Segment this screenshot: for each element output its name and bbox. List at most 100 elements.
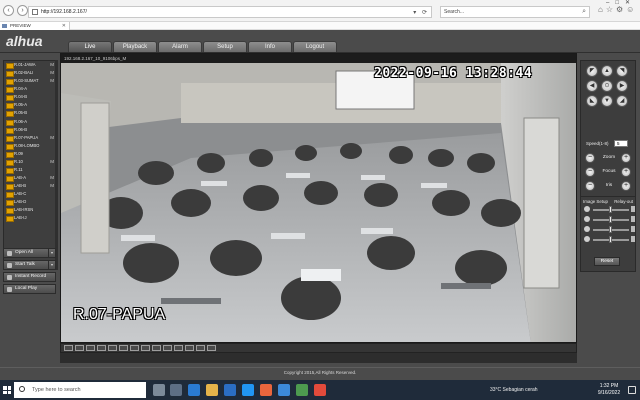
ptz-down-icon[interactable]: ▼	[601, 95, 613, 107]
channel-item[interactable]: LAB-IJ	[4, 214, 56, 223]
channel-item[interactable]: R.03-SUMAT M	[4, 77, 56, 86]
address-bar[interactable]: http://192.168.2.167/ ▾ ⟳	[28, 6, 432, 18]
channel-item[interactable]: R.04-A	[4, 85, 56, 94]
taskbar-search-input[interactable]: Type here to search	[14, 382, 146, 398]
browser-toolbar: ‹ › http://192.168.2.167/ ▾ ⟳ Search... …	[0, 0, 640, 22]
fluency-icon[interactable]	[174, 345, 183, 351]
zoom-icon[interactable]	[207, 345, 216, 351]
window-controls[interactable]: –□✕	[606, 0, 636, 6]
aspect-icon[interactable]	[163, 345, 172, 351]
channel-item[interactable]: LAB-D	[4, 198, 56, 207]
ptz-up-left-icon[interactable]: ◤	[586, 65, 598, 77]
snapshot-icon[interactable]	[185, 345, 194, 351]
ptz-left-icon[interactable]: ◀	[586, 80, 598, 92]
hue-icon	[584, 236, 590, 242]
channel-item[interactable]: R.05-B	[4, 109, 56, 118]
browser-search-input[interactable]: Search... ⌕	[440, 6, 590, 18]
play-icon	[7, 287, 12, 292]
internet-explorer-icon[interactable]	[278, 384, 290, 396]
channel-item[interactable]: LAB-IRSN	[4, 206, 56, 215]
notification-icon[interactable]	[628, 386, 636, 394]
menu-playback[interactable]: Playback	[113, 41, 157, 52]
app-icon[interactable]	[296, 384, 308, 396]
channel-item[interactable]: LAB-A M	[4, 174, 56, 183]
chevron-down-icon[interactable]: ▾	[48, 261, 55, 269]
mail-icon[interactable]	[242, 384, 254, 396]
back-icon[interactable]: ‹	[3, 5, 14, 16]
ptz-up-icon[interactable]: ▲	[601, 65, 613, 77]
brightness-slider[interactable]	[581, 204, 635, 214]
tab-preview[interactable]: PREVIEW ✕	[0, 22, 70, 30]
ptz-down-right-icon[interactable]: ◢	[616, 95, 628, 107]
iris-minus-icon[interactable]: −	[585, 181, 595, 191]
video-viewport[interactable]: 192.168.2.167_10_9106bps_M 2022-09-16 13…	[60, 53, 577, 343]
browser-icons[interactable]: ⌂☆⚙☺	[598, 5, 637, 14]
taskbar-clock[interactable]: 1:32 PM 9/16/2022	[592, 383, 626, 397]
open-all-button[interactable]: Open All ▾	[3, 248, 56, 258]
widgets-icon[interactable]	[170, 384, 182, 396]
edge-icon[interactable]	[188, 384, 200, 396]
start-button[interactable]	[0, 380, 14, 400]
channel-item[interactable]: R.02-BALI M	[4, 69, 56, 78]
main-menu: Live Playback Alarm Setup Info Logout	[68, 41, 338, 52]
menu-live[interactable]: Live	[68, 41, 112, 52]
channel-item[interactable]: R.04-B	[4, 93, 56, 102]
task-view-icon[interactable]	[153, 384, 165, 396]
menu-logout[interactable]: Logout	[293, 41, 337, 52]
reset-button[interactable]: Reset	[594, 257, 620, 266]
hue-slider[interactable]	[581, 234, 635, 244]
channel-item[interactable]: R.09	[4, 150, 56, 158]
channel-item[interactable]: R.08-LOMBO	[4, 142, 56, 150]
layout-1-icon[interactable]	[64, 345, 73, 351]
layout-36-icon[interactable]	[141, 345, 150, 351]
local-play-button[interactable]: Local Play	[3, 284, 56, 294]
menu-setup[interactable]: Setup	[203, 41, 247, 52]
menu-alarm[interactable]: Alarm	[158, 41, 202, 52]
layout-6-icon[interactable]	[86, 345, 95, 351]
instant-record-button[interactable]: Instant Record	[3, 272, 56, 282]
weather-widget[interactable]: 33°C Sebagian cerah	[490, 387, 538, 393]
menu-info[interactable]: Info	[248, 41, 292, 52]
chevron-down-icon[interactable]: ▾	[48, 249, 55, 257]
contrast-icon	[584, 216, 590, 222]
store-icon[interactable]	[224, 384, 236, 396]
channel-item[interactable]: R.07-PAPUA M	[4, 134, 56, 142]
channel-item[interactable]: R.11	[4, 166, 56, 175]
layout-16-icon[interactable]	[119, 345, 128, 351]
start-talk-button[interactable]: Start Talk ▾	[3, 260, 56, 270]
channel-item[interactable]: R.10 M	[4, 158, 56, 167]
focus-minus-icon[interactable]: −	[585, 167, 595, 177]
layout-9-icon[interactable]	[108, 345, 117, 351]
channel-item[interactable]: R.06-B	[4, 126, 56, 134]
ptz-right-icon[interactable]: ▶	[616, 80, 628, 92]
layout-25-icon[interactable]	[130, 345, 139, 351]
layout-8-icon[interactable]	[97, 345, 106, 351]
zoom-in-icon[interactable]: +	[621, 153, 631, 163]
channel-item[interactable]: R.06-A	[4, 118, 56, 126]
saturation-slider[interactable]	[581, 224, 635, 234]
forward-icon[interactable]: ›	[17, 5, 28, 16]
zoom-out-icon[interactable]: −	[585, 153, 595, 163]
contrast-slider[interactable]	[581, 214, 635, 224]
channel-item[interactable]: R.01-JAWA M	[4, 61, 56, 70]
channel-item[interactable]: LAB-C	[4, 190, 56, 199]
file-explorer-icon[interactable]	[206, 384, 218, 396]
ptz-center-icon[interactable]: ⊙	[601, 80, 613, 92]
channel-item[interactable]: LAB-B M	[4, 182, 56, 191]
search-icon[interactable]: ⌕	[582, 7, 586, 17]
chrome-icon[interactable]	[314, 384, 326, 396]
ptz-down-left-icon[interactable]: ◣	[586, 95, 598, 107]
close-icon[interactable]: ✕	[62, 22, 66, 30]
fullscreen-icon[interactable]	[152, 345, 161, 351]
firefox-icon[interactable]	[260, 384, 272, 396]
focus-plus-icon[interactable]: +	[621, 167, 631, 177]
iris-plus-icon[interactable]: +	[621, 181, 631, 191]
iris-control: − Iris +	[585, 181, 633, 193]
address-tools-icon[interactable]: ▾ ⟳	[413, 8, 429, 18]
channel-scrollbar[interactable]	[55, 60, 58, 270]
ptz-up-right-icon[interactable]: ◥	[616, 65, 628, 77]
channel-item[interactable]: R.05-A	[4, 101, 56, 110]
speed-select[interactable]: 5	[614, 140, 628, 147]
layout-4-icon[interactable]	[75, 345, 84, 351]
record-icon[interactable]	[196, 345, 205, 351]
